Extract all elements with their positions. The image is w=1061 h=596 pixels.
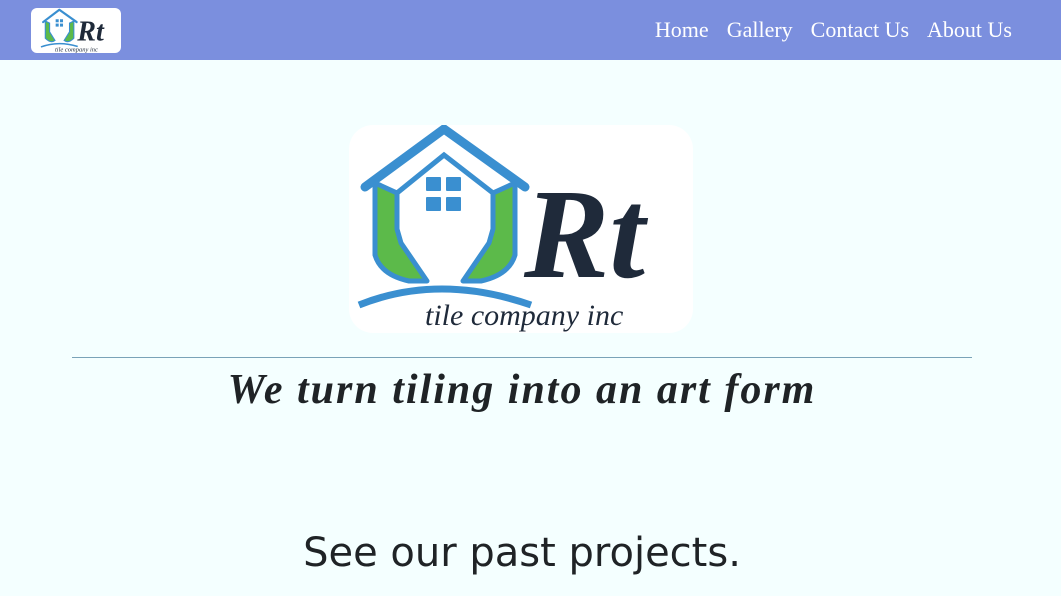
nav-gallery-link[interactable]: Gallery	[727, 14, 793, 46]
nav-home-link[interactable]: Home	[655, 14, 709, 46]
hero-divider	[72, 357, 972, 358]
nav-links: Home Gallery Contact Us About Us	[655, 14, 1012, 46]
hero-logo: Rt tile company inc	[349, 125, 693, 333]
hero-logo-subtitle: tile company inc	[425, 299, 623, 332]
projects-heading: See our past projects.	[303, 530, 741, 576]
nav-logo[interactable]: Rt tile company inc	[31, 8, 121, 53]
top-navbar: Rt tile company inc Home Gallery Contact…	[0, 0, 1061, 60]
hero-logo-initials: Rt	[523, 163, 648, 305]
nav-contact-link[interactable]: Contact Us	[811, 14, 909, 46]
logo-initials: Rt	[76, 16, 105, 47]
logo-subtitle: tile company inc	[55, 46, 98, 53]
hero-tagline: We turn tiling into an art form	[227, 367, 817, 413]
logo-house-icon	[40, 8, 78, 48]
nav-about-link[interactable]: About Us	[927, 14, 1012, 46]
hero-house-icon	[357, 125, 533, 309]
